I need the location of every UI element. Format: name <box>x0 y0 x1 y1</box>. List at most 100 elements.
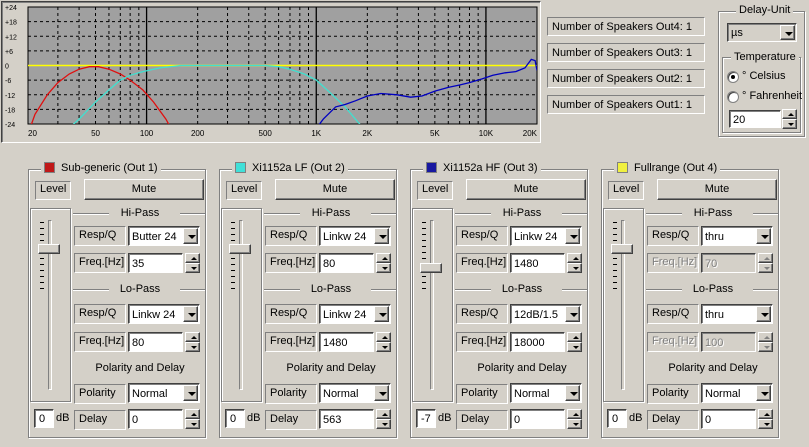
fahrenheit-radio[interactable] <box>727 91 739 103</box>
hp-freq-input[interactable]: 35 <box>128 253 183 273</box>
delay-input[interactable]: 0 <box>128 409 183 429</box>
polarity-select[interactable]: Normal <box>319 383 391 403</box>
temperature-spinner[interactable] <box>782 109 797 129</box>
chevron-down-icon[interactable] <box>183 228 198 244</box>
spin-up-icon[interactable] <box>758 253 773 263</box>
delay-spinner[interactable] <box>758 409 773 429</box>
level-slider-thumb[interactable] <box>420 263 442 273</box>
chevron-down-icon[interactable] <box>565 385 580 401</box>
spin-up-icon[interactable] <box>567 253 582 263</box>
delay-input[interactable]: 563 <box>319 409 374 429</box>
chevron-down-icon[interactable] <box>565 306 580 322</box>
delay-input[interactable]: 0 <box>701 409 756 429</box>
level-slider-thumb[interactable] <box>611 244 633 254</box>
spin-down-icon[interactable] <box>376 263 391 273</box>
delay-spinner[interactable] <box>376 409 391 429</box>
spin-down-icon[interactable] <box>758 419 773 429</box>
spin-down-icon[interactable] <box>567 342 582 352</box>
delay-label-box: Delay <box>74 410 126 430</box>
db-input[interactable]: -7 <box>416 409 436 428</box>
chevron-down-icon[interactable] <box>183 306 198 322</box>
spin-down-icon[interactable] <box>567 419 582 429</box>
slider-tick <box>613 258 617 259</box>
level-slider-thumb[interactable] <box>229 244 251 254</box>
lp-resp-select[interactable]: thru <box>701 304 773 324</box>
spin-up-icon[interactable] <box>758 409 773 419</box>
spin-down-icon[interactable] <box>782 119 797 129</box>
temperature-input[interactable]: 20 <box>729 110 781 128</box>
spin-up-icon[interactable] <box>376 253 391 263</box>
lp-resp-select[interactable]: Linkw 24 <box>128 304 200 324</box>
spin-down-icon[interactable] <box>567 263 582 273</box>
lp-freq-input[interactable]: 80 <box>128 332 183 352</box>
hp-freq-spinner[interactable] <box>758 253 773 273</box>
spin-down-icon[interactable] <box>376 342 391 352</box>
chevron-down-icon[interactable] <box>756 228 771 244</box>
spin-up-icon[interactable] <box>185 409 200 419</box>
spin-up-icon[interactable] <box>567 409 582 419</box>
slider-tick <box>422 246 426 247</box>
lp-freq-input[interactable]: 100 <box>701 332 756 352</box>
lp-freq-input[interactable]: 1480 <box>319 332 374 352</box>
chevron-down-icon[interactable] <box>780 25 795 40</box>
spin-up-icon[interactable] <box>376 332 391 342</box>
polarity-select[interactable]: Normal <box>510 383 582 403</box>
delay-unit-select[interactable]: µs <box>727 23 797 42</box>
lp-freq-input[interactable]: 18000 <box>510 332 565 352</box>
spin-down-icon[interactable] <box>185 263 200 273</box>
celsius-label[interactable]: ° Celsius <box>742 70 786 82</box>
hp-resp-select[interactable]: Linkw 24 <box>319 226 391 246</box>
hp-resp-select[interactable]: Butter 24 <box>128 226 200 246</box>
celsius-radio[interactable] <box>727 71 739 83</box>
spin-up-icon[interactable] <box>376 409 391 419</box>
hp-freq-input[interactable]: 1480 <box>510 253 565 273</box>
mute-button[interactable]: Mute <box>275 179 395 200</box>
spin-down-icon[interactable] <box>758 263 773 273</box>
level-slider-thumb[interactable] <box>38 244 60 254</box>
spin-down-icon[interactable] <box>376 419 391 429</box>
mute-button[interactable]: Mute <box>466 179 586 200</box>
hp-resp-select[interactable]: Linkw 24 <box>510 226 582 246</box>
lp-freq-spinner[interactable] <box>567 332 582 352</box>
mute-button[interactable]: Mute <box>84 179 204 200</box>
spin-down-icon[interactable] <box>185 342 200 352</box>
chevron-down-icon[interactable] <box>565 228 580 244</box>
hp-resp-select[interactable]: thru <box>701 226 773 246</box>
spin-up-icon[interactable] <box>185 332 200 342</box>
chevron-down-icon[interactable] <box>374 385 389 401</box>
fahrenheit-label[interactable]: ° Fahrenheit <box>742 90 802 102</box>
polarity-select[interactable]: Normal <box>701 383 773 403</box>
chevron-down-icon[interactable] <box>374 306 389 322</box>
lp-resp-select[interactable]: Linkw 24 <box>319 304 391 324</box>
chevron-down-icon[interactable] <box>756 385 771 401</box>
lp-freq-spinner[interactable] <box>758 332 773 352</box>
divider <box>562 289 587 290</box>
spin-up-icon[interactable] <box>567 332 582 342</box>
hp-freq-input[interactable]: 80 <box>319 253 374 273</box>
delay-spinner[interactable] <box>185 409 200 429</box>
hp-freq-input[interactable]: 70 <box>701 253 756 273</box>
spin-down-icon[interactable] <box>758 342 773 352</box>
chevron-down-icon[interactable] <box>183 385 198 401</box>
spin-up-icon[interactable] <box>185 253 200 263</box>
delay-input[interactable]: 0 <box>510 409 565 429</box>
spin-up-icon[interactable] <box>758 332 773 342</box>
lp-freq-spinner[interactable] <box>185 332 200 352</box>
mute-button[interactable]: Mute <box>657 179 777 200</box>
lp-resp-select[interactable]: 12dB/1.5 <box>510 304 582 324</box>
delay-spinner[interactable] <box>567 409 582 429</box>
hp-freq-spinner[interactable] <box>567 253 582 273</box>
db-input[interactable]: 0 <box>34 409 54 428</box>
chevron-down-icon[interactable] <box>756 306 771 322</box>
spin-up-icon[interactable] <box>782 109 797 119</box>
hp-freq-spinner[interactable] <box>376 253 391 273</box>
level-label-box: Level <box>417 181 453 200</box>
spin-down-icon[interactable] <box>185 419 200 429</box>
lp-freq-spinner[interactable] <box>376 332 391 352</box>
speakers-out1-text: Number of Speakers Out1: 1 <box>552 99 693 111</box>
polarity-select[interactable]: Normal <box>128 383 200 403</box>
db-input[interactable]: 0 <box>607 409 627 428</box>
hp-freq-spinner[interactable] <box>185 253 200 273</box>
db-input[interactable]: 0 <box>225 409 245 428</box>
chevron-down-icon[interactable] <box>374 228 389 244</box>
